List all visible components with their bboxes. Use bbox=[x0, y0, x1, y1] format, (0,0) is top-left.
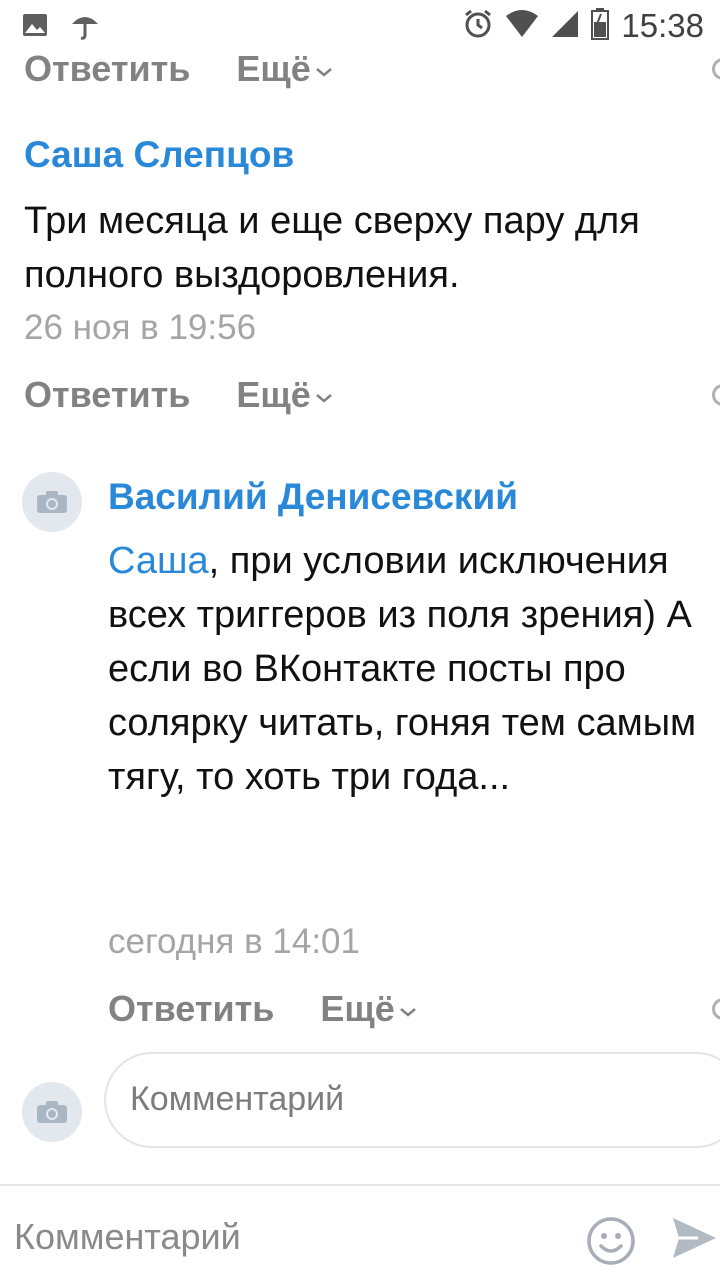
reply-button[interactable]: Ответить bbox=[24, 374, 190, 416]
comment-author[interactable]: Василий Денисевский bbox=[108, 476, 518, 518]
bottom-comment-bar: Комментарий bbox=[0, 1184, 720, 1280]
more-button[interactable]: Ещё bbox=[236, 48, 332, 90]
avatar[interactable] bbox=[22, 472, 82, 532]
battery-icon bbox=[591, 7, 610, 45]
alarm-icon bbox=[463, 9, 493, 44]
camera-icon bbox=[37, 491, 67, 513]
reply-button[interactable]: Ответить bbox=[24, 48, 190, 90]
more-label: Ещё bbox=[320, 988, 395, 1029]
comment-text: Саша, при условии исключения всех тригге… bbox=[108, 534, 718, 804]
reply-button[interactable]: Ответить bbox=[108, 988, 274, 1030]
emoji-button[interactable] bbox=[586, 1216, 636, 1271]
camera-icon bbox=[37, 1101, 67, 1123]
comment-actions: Ответить Ещё bbox=[108, 984, 417, 1034]
more-label: Ещё bbox=[236, 48, 311, 89]
like-icon[interactable] bbox=[712, 998, 720, 1020]
like-icon[interactable] bbox=[712, 384, 720, 406]
send-icon bbox=[673, 1218, 716, 1258]
chevron-down-icon bbox=[315, 394, 332, 403]
comment-input[interactable]: Комментарий bbox=[14, 1216, 241, 1258]
more-button[interactable]: Ещё bbox=[236, 374, 332, 416]
image-icon bbox=[22, 13, 48, 42]
umbrella-icon bbox=[70, 10, 100, 45]
more-button[interactable]: Ещё bbox=[320, 988, 416, 1030]
reply-input-placeholder: Комментарий bbox=[130, 1080, 345, 1118]
comment-text: Три месяца и еще сверху пару для полного… bbox=[24, 200, 640, 296]
avatar bbox=[22, 1082, 82, 1142]
comment-time: 26 ноя в 19:56 bbox=[24, 308, 257, 347]
clock-time: 15:38 bbox=[621, 7, 704, 44]
wifi-icon bbox=[505, 9, 539, 43]
signal-icon bbox=[551, 10, 579, 43]
comment-time: сегодня в 14:01 bbox=[108, 922, 360, 961]
comment-author[interactable]: Саша Слепцов bbox=[24, 134, 294, 176]
like-icon[interactable] bbox=[712, 58, 720, 80]
emoji-icon bbox=[587, 1217, 635, 1265]
chevron-down-icon bbox=[399, 1008, 416, 1017]
mention-link[interactable]: Саша bbox=[108, 540, 209, 582]
send-button[interactable] bbox=[670, 1214, 718, 1267]
more-label: Ещё bbox=[236, 374, 311, 415]
comment-actions: Ответить Ещё bbox=[24, 370, 333, 420]
comment-actions: Ответить Ещё bbox=[24, 44, 333, 94]
reply-input[interactable]: Комментарий bbox=[104, 1052, 720, 1148]
chevron-down-icon bbox=[315, 68, 332, 77]
